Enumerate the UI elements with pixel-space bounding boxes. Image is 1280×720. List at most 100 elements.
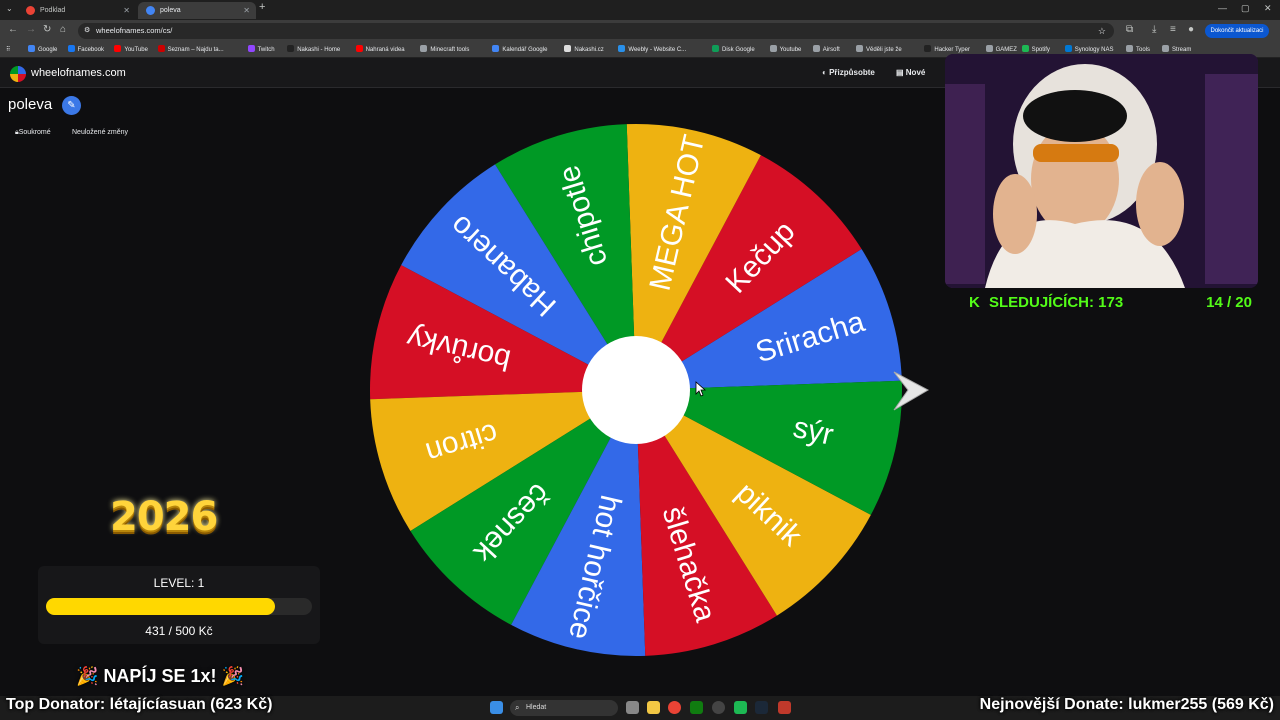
bookmark-item[interactable]: Twitch <box>247 45 275 55</box>
extensions-icon[interactable]: ⧉ <box>1126 24 1133 36</box>
search-icon: ⌕ <box>515 703 520 712</box>
spinning-wheel[interactable]: SrirachaKečupMEGA HOTchipotleHabanerobor… <box>360 118 940 666</box>
bookmark-favicon-icon <box>355 45 363 52</box>
bookmark-label: Airsoft <box>822 47 840 53</box>
tab-search-icon[interactable]: ⌄ <box>6 4 13 13</box>
webcam-feed <box>945 54 1258 288</box>
donation-progress-bar <box>46 598 312 615</box>
tab-favicon-icon <box>146 6 155 15</box>
bookmark-favicon-icon <box>924 45 932 52</box>
edit-title-button[interactable]: ✎ <box>62 96 81 115</box>
bookmark-item[interactable]: Kalendář Google <box>492 45 547 55</box>
bookmark-label: Minecraft tools <box>430 47 470 53</box>
bookmark-label: Synology NAS <box>1074 47 1114 53</box>
forward-icon[interactable]: → <box>26 24 36 36</box>
bookmark-favicon-icon <box>1126 45 1133 52</box>
chrome-icon[interactable] <box>668 701 681 714</box>
bookmark-label: Hacker Typer <box>934 47 970 53</box>
bookmark-favicon-icon <box>856 45 863 52</box>
windows-start-icon[interactable] <box>490 701 503 714</box>
bookmark-item[interactable]: Google <box>28 45 57 55</box>
reload-icon[interactable]: ↻ <box>43 24 51 36</box>
unsaved-chip: Neuložené změny <box>72 129 129 136</box>
newest-donate-text: Nejnovější Donate: lukmer255 (569 Kč) <box>979 696 1274 713</box>
tab-title: Podklad <box>40 7 66 14</box>
site-name[interactable]: wheelofnames.com <box>31 67 126 79</box>
bookmark-favicon-icon <box>492 45 500 52</box>
customize-label: Přizpůsobte <box>829 68 875 77</box>
bookmark-favicon-icon <box>769 45 777 52</box>
goal-counter: 14 / 20 <box>1206 294 1252 311</box>
wheel-title[interactable]: poleva <box>8 96 52 113</box>
new-menu[interactable]: ▤ Nové <box>896 68 925 77</box>
bookmark-favicon-icon <box>1162 45 1169 52</box>
tab-search-icon[interactable]: ≡ <box>1170 24 1176 36</box>
bookmark-label: Youtube <box>779 47 802 53</box>
private-chip[interactable]: 🔒︎Soukromé <box>15 129 51 137</box>
download-icon[interactable]: ⤓ <box>1152 24 1156 36</box>
task-view-icon[interactable] <box>626 701 639 714</box>
bookmark-item[interactable]: Weebly - Website C... <box>618 45 686 55</box>
bookmark-favicon-icon <box>985 45 993 52</box>
bookmark-item[interactable]: Nahraná videa <box>355 45 405 55</box>
bookmark-item[interactable]: Minecraft tools <box>420 45 469 55</box>
bookmark-label: Stream <box>1172 47 1192 53</box>
bookmark-item[interactable]: Nakashi.cz <box>564 45 604 55</box>
bookmark-item[interactable]: Facebook <box>67 45 104 55</box>
maximize-icon[interactable]: ▢ <box>1241 3 1250 14</box>
obs-icon[interactable] <box>712 701 725 714</box>
taskbar-search-input[interactable]: ⌕ Hledat <box>510 700 618 716</box>
tab-title: poleva <box>160 7 181 14</box>
xbox-icon[interactable] <box>690 701 703 714</box>
tab-close-icon[interactable]: ✕ <box>243 2 250 19</box>
tab-podklad[interactable]: Podklad ✕ <box>18 2 136 19</box>
bookmark-star-icon[interactable]: ☆ <box>1098 23 1106 39</box>
bookmark-favicon-icon <box>28 45 35 52</box>
bookmark-label: Facebook <box>77 47 104 53</box>
bookmark-label: Weebly - Website C... <box>628 47 687 53</box>
bookmark-favicon-icon <box>618 45 626 52</box>
bookmark-label: Twitch <box>257 47 275 53</box>
bookmark-label: Věděli jste že <box>866 47 902 53</box>
new-tab-button[interactable]: + <box>259 1 265 13</box>
bookmark-label: YouTube <box>124 47 148 53</box>
bookmark-favicon-icon <box>420 45 428 52</box>
bookmark-item[interactable]: Airsoft <box>812 45 840 55</box>
bookmark-label: Disk Google <box>722 47 755 53</box>
bookmark-label: Nakashi - Home <box>297 47 341 53</box>
bookmark-item[interactable]: Youtube <box>769 45 802 55</box>
profile-avatar-icon[interactable]: ● <box>1188 24 1194 36</box>
bookmark-favicon-icon <box>564 45 572 52</box>
site-logo-icon[interactable] <box>10 66 26 82</box>
tab-close-icon[interactable]: ✕ <box>123 2 130 19</box>
bookmark-favicon-icon <box>287 45 295 52</box>
spotify-like-icon[interactable] <box>734 701 747 714</box>
back-icon[interactable]: ← <box>8 24 18 36</box>
finish-update-button[interactable]: Dokončit aktualizaci <box>1205 24 1269 38</box>
site-info-icon[interactable]: ⚙ <box>84 23 90 39</box>
file-explorer-icon[interactable] <box>647 701 660 714</box>
bookmark-label: Spotify <box>1031 47 1050 53</box>
address-bar[interactable]: ⚙ wheelofnames.com/cs/ ☆ <box>78 23 1114 39</box>
home-icon[interactable]: ⌂ <box>60 24 66 36</box>
bookmark-favicon-icon <box>114 45 122 52</box>
bookmark-item[interactable]: Věděli jste že <box>856 45 902 55</box>
steam-icon[interactable] <box>755 701 768 714</box>
bookmark-label: GAMEZ <box>995 47 1017 53</box>
bookmark-item[interactable]: Seznam – Najdu ta... <box>157 45 224 55</box>
customize-menu[interactable]: ◐ Přizpůsobte <box>822 68 875 77</box>
bookmark-item[interactable]: Disk Google <box>712 45 755 55</box>
bookmark-favicon-icon <box>67 45 75 52</box>
apps-grid-icon[interactable]: ⠿ <box>6 45 10 55</box>
wheel-center-button[interactable] <box>582 336 690 444</box>
close-window-icon[interactable]: ✕ <box>1264 3 1272 14</box>
bookmark-item[interactable]: YouTube <box>114 45 148 55</box>
minimize-icon[interactable]: — <box>1218 3 1227 13</box>
donation-progress-fill <box>46 598 276 615</box>
party-popper-icon: 🎉 <box>221 666 244 686</box>
bookmark-item[interactable]: Nakashi - Home <box>287 45 340 55</box>
browser-toolbar: ← → ↻ ⌂ ⚙ wheelofnames.com/cs/ ☆ ⧉ ⤓ ≡ ●… <box>0 20 1280 42</box>
tab-poleva[interactable]: poleva ✕ <box>138 2 256 19</box>
bookmark-favicon-icon <box>712 45 719 52</box>
app-icon[interactable] <box>778 701 791 714</box>
